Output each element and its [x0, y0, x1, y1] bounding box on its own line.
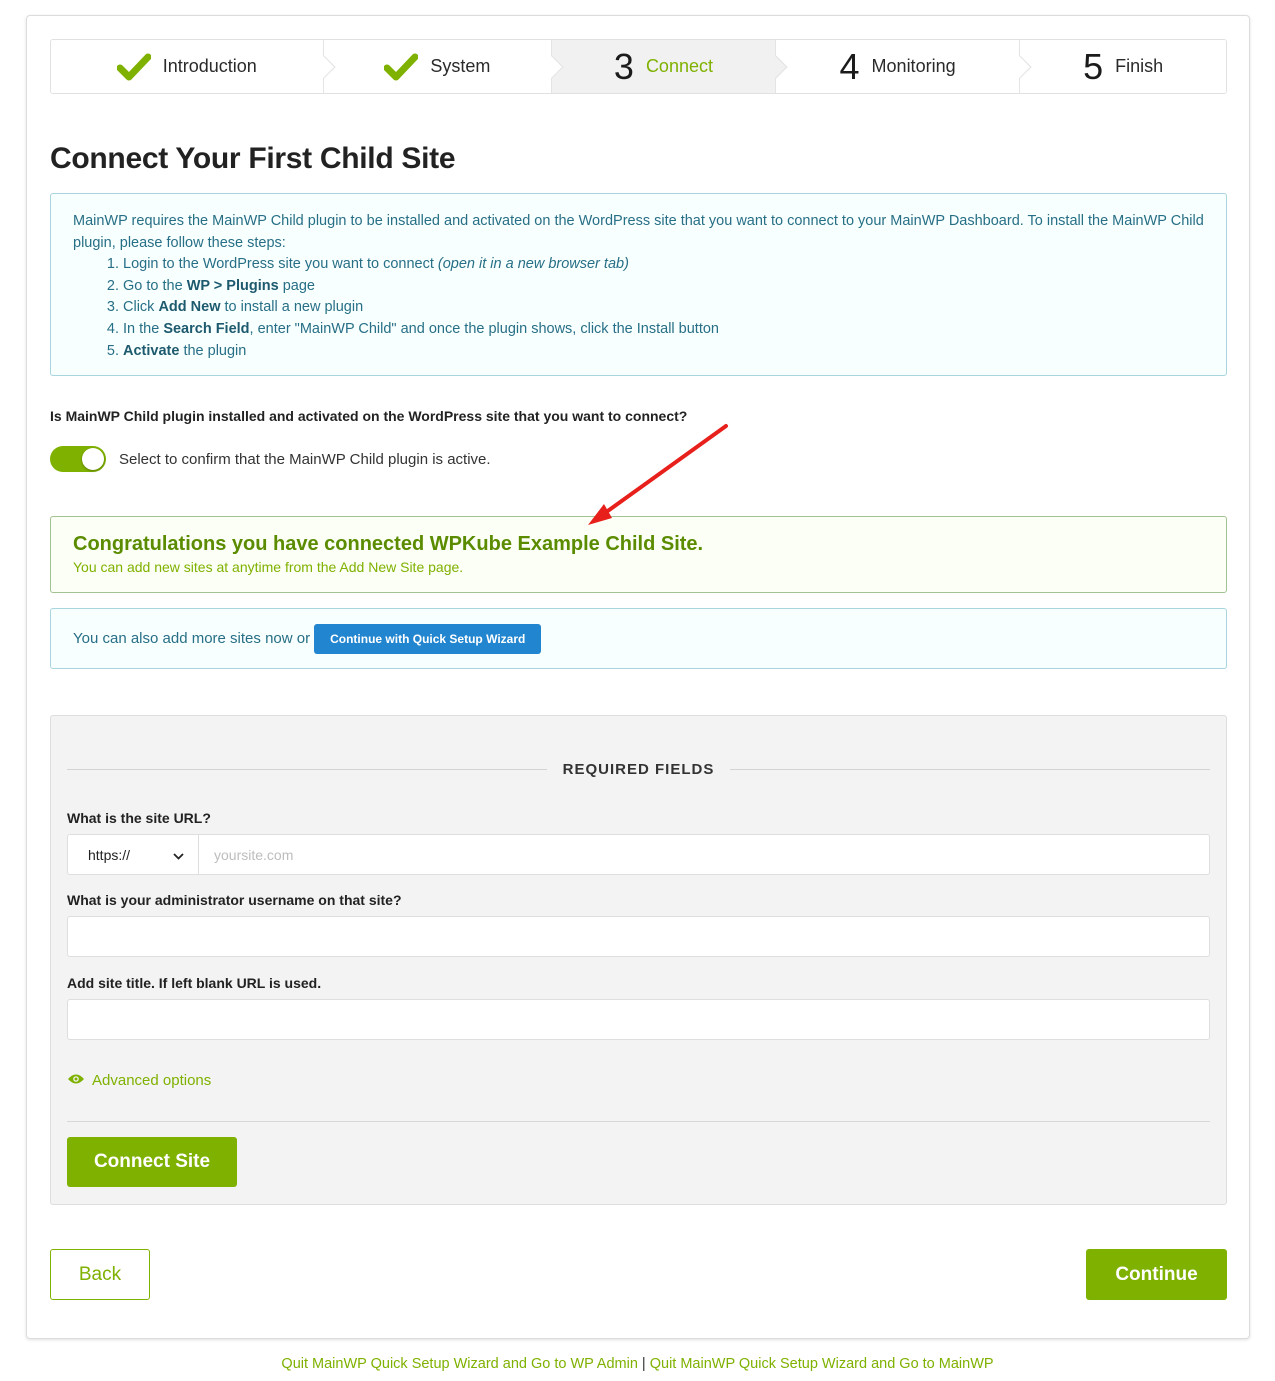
site-url-field: https:// yoursite.com — [67, 834, 1210, 875]
step-label: Connect — [645, 56, 713, 76]
chevron-down-icon — [173, 847, 184, 863]
page-title: Connect Your First Child Site — [50, 142, 456, 175]
confirm-toggle[interactable] — [50, 446, 106, 472]
step-label: Finish — [1115, 56, 1164, 76]
site-url-input[interactable]: yoursite.com — [199, 835, 1209, 874]
add-more-message: You can also add more sites now or Conti… — [50, 608, 1227, 669]
username-label: What is your administrator username on t… — [67, 892, 402, 908]
confirm-toggle-row: Select to confirm that the MainWP Child … — [50, 446, 491, 472]
check-icon — [116, 53, 151, 81]
success-subtitle: You can add new sites at anytime from th… — [73, 559, 464, 575]
wizard-card: Introduction System 3 Connect 4 Monitori… — [26, 15, 1250, 1339]
connect-site-form: REQUIRED FIELDS What is the site URL? ht… — [50, 715, 1227, 1205]
instructions-intro: MainWP requires the MainWP Child plugin … — [73, 213, 1204, 251]
step-monitoring[interactable]: 4 Monitoring — [775, 40, 1032, 93]
protocol-select[interactable]: https:// — [68, 835, 199, 874]
step-label: Monitoring — [871, 56, 956, 76]
check-icon — [384, 53, 419, 81]
advanced-options-toggle[interactable]: Advanced options — [67, 1072, 211, 1089]
continue-quick-setup-button[interactable]: Continue with Quick Setup Wizard — [314, 623, 542, 654]
eye-icon — [67, 1072, 85, 1089]
required-fields-divider: REQUIRED FIELDS — [67, 761, 1210, 778]
continue-button[interactable]: Continue — [1086, 1249, 1227, 1300]
step-finish[interactable]: 5 Finish — [1020, 40, 1226, 93]
instructions-message: MainWP requires the MainWP Child plugin … — [50, 193, 1227, 376]
list-item: Login to the WordPress site you want to … — [123, 254, 1204, 276]
step-system[interactable]: System — [323, 40, 564, 93]
site-url-label: What is the site URL? — [67, 810, 211, 826]
step-number: 5 — [1083, 45, 1104, 87]
step-number: 4 — [839, 45, 860, 87]
site-title-input[interactable] — [67, 999, 1210, 1040]
username-input[interactable] — [67, 916, 1210, 957]
list-item: Activate the plugin — [123, 341, 1204, 363]
form-divider — [67, 1121, 1210, 1122]
toggle-label: Select to confirm that the MainWP Child … — [119, 450, 491, 468]
footer-separator: | — [641, 1356, 646, 1372]
step-connect[interactable]: 3 Connect — [552, 40, 788, 93]
section-title: REQUIRED FIELDS — [562, 761, 715, 778]
connect-site-button[interactable]: Connect Site — [67, 1137, 237, 1187]
footer-links: Quit MainWP Quick Setup Wizard and Go to… — [0, 1356, 1275, 1372]
success-message: Congratulations you have connected WPKub… — [50, 516, 1227, 593]
list-item: Go to the WP > Plugins page — [123, 276, 1204, 298]
back-button[interactable]: Back — [50, 1249, 150, 1300]
step-label: Introduction — [162, 56, 257, 76]
quit-to-mainwp-link[interactable]: Quit MainWP Quick Setup Wizard and Go to… — [650, 1356, 994, 1372]
step-number: 3 — [613, 45, 634, 87]
list-item: In the Search Field, enter "MainWP Child… — [123, 319, 1204, 341]
list-item: Click Add New to install a new plugin — [123, 297, 1204, 319]
plugin-question: Is MainWP Child plugin installed and act… — [50, 408, 688, 424]
add-more-text: You can also add more sites now or — [73, 630, 311, 647]
success-title: Congratulations you have connected WPKub… — [73, 533, 704, 555]
wizard-steps: Introduction System 3 Connect 4 Monitori… — [50, 39, 1227, 94]
instructions-list: Login to the WordPress site you want to … — [123, 254, 1204, 362]
quit-to-wp-admin-link[interactable]: Quit MainWP Quick Setup Wizard and Go to… — [281, 1356, 637, 1372]
step-introduction[interactable]: Introduction — [51, 40, 336, 93]
site-title-label: Add site title. If left blank URL is use… — [67, 975, 322, 991]
step-label: System — [430, 56, 491, 76]
